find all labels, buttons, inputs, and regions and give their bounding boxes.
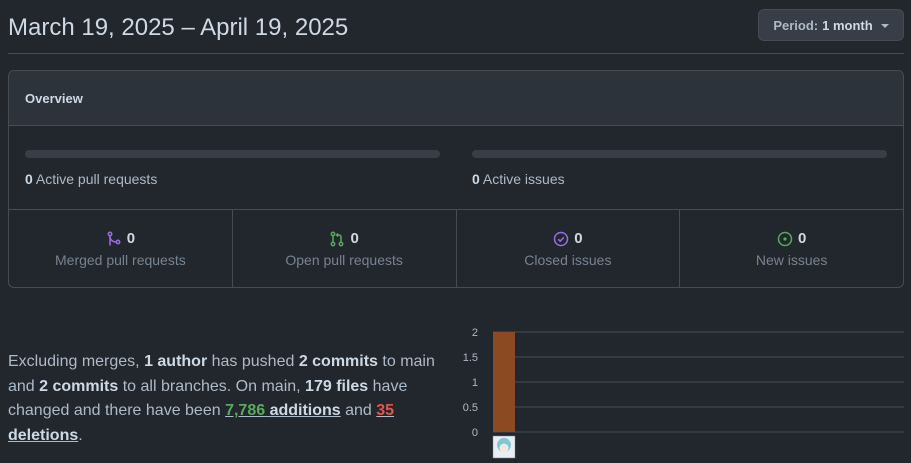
merged-pull-requests-count: 0: [126, 230, 136, 247]
summary-text: .: [78, 426, 83, 444]
active-issues-block[interactable]: 0 Active issues: [472, 150, 887, 187]
pull-requests-progress-bar: [25, 150, 440, 158]
additions-label: additions: [265, 402, 341, 419]
stat-merged-pull-requests[interactable]: 0 Merged pull requests: [9, 210, 233, 287]
additions-link[interactable]: 7,786 additions: [225, 402, 341, 419]
overview-header: Overview: [9, 71, 903, 126]
files-changed-count: 179 files: [305, 377, 369, 395]
merged-pull-requests-label: Merged pull requests: [55, 252, 186, 268]
activity-progress-row: 0 Active pull requests 0 Active issues: [9, 126, 903, 210]
y-tick-label: 0.5: [463, 402, 478, 414]
pulse-page: March 19, 2025 – April 19, 2025 Period: …: [0, 0, 911, 463]
commit-bar[interactable]: [493, 332, 515, 432]
commits-chart-svg: 2 1.5 1 0.5 0: [463, 327, 904, 459]
active-pull-requests-block[interactable]: 0 Active pull requests: [25, 150, 440, 187]
active-pull-requests-count: 0: [25, 171, 33, 187]
period-select-button[interactable]: Period: 1 month: [758, 9, 904, 41]
deletions-count: 35: [376, 402, 395, 419]
period-label: Period:: [773, 17, 819, 33]
git-merge-icon: [106, 231, 122, 247]
summary-text: to all branches. On main,: [118, 377, 306, 395]
commits-chart: 2 1.5 1 0.5 0: [455, 320, 911, 463]
stat-open-pull-requests[interactable]: 0 Open pull requests: [233, 210, 457, 287]
authors-count: 1 author: [144, 353, 208, 370]
caret-down-icon: [880, 23, 889, 28]
active-issues-text: 0 Active issues: [472, 171, 887, 187]
period-value: 1 month: [822, 17, 873, 33]
open-pull-requests-count: 0: [350, 230, 359, 247]
additions-count: 7,786: [225, 402, 266, 419]
commits-all-count: 2 commits: [39, 377, 119, 395]
overview-box: Overview 0 Active pull requests 0 Active…: [8, 70, 904, 288]
commits-main-count: 2 commits: [298, 353, 378, 370]
new-issues-count: 0: [797, 230, 807, 247]
stat-new-issues[interactable]: 0 New issues: [680, 210, 903, 287]
active-pull-requests-label: Active pull requests: [35, 171, 158, 187]
stat-closed-issues[interactable]: 0 Closed issues: [457, 210, 681, 287]
y-tick-label: 1: [472, 377, 478, 389]
overview-title: Overview: [25, 90, 83, 106]
git-pull-request-icon: [329, 231, 345, 247]
y-tick-label: 0: [472, 427, 478, 439]
active-issues-count: 0: [472, 171, 480, 187]
y-tick-label: 1.5: [463, 352, 478, 364]
issue-opened-icon: [777, 231, 793, 247]
closed-issues-label: Closed issues: [524, 252, 612, 268]
deletions-label: deletions: [8, 426, 79, 444]
stats-row: 0 Merged pull requests 0 Open pull reque…: [9, 210, 903, 287]
commit-summary: Excluding merges, 1 author has pushed 2 …: [8, 350, 460, 448]
summary-text: and: [340, 402, 377, 419]
issues-progress-bar: [472, 150, 887, 158]
contributor-avatar[interactable]: [492, 435, 516, 459]
pulse-header: March 19, 2025 – April 19, 2025 Period: …: [8, 0, 904, 54]
date-range-title: March 19, 2025 – April 19, 2025: [8, 14, 349, 41]
open-pull-requests-label: Open pull requests: [285, 252, 403, 268]
active-pull-requests-text: 0 Active pull requests: [25, 171, 440, 187]
new-issues-label: New issues: [755, 252, 828, 268]
summary-text: has pushed: [207, 353, 299, 370]
issue-closed-icon: [553, 231, 569, 247]
closed-issues-count: 0: [574, 230, 583, 247]
y-tick-label: 2: [472, 327, 478, 339]
active-issues-label: Active issues: [482, 171, 565, 187]
summary-text: Excluding merges,: [8, 353, 145, 370]
